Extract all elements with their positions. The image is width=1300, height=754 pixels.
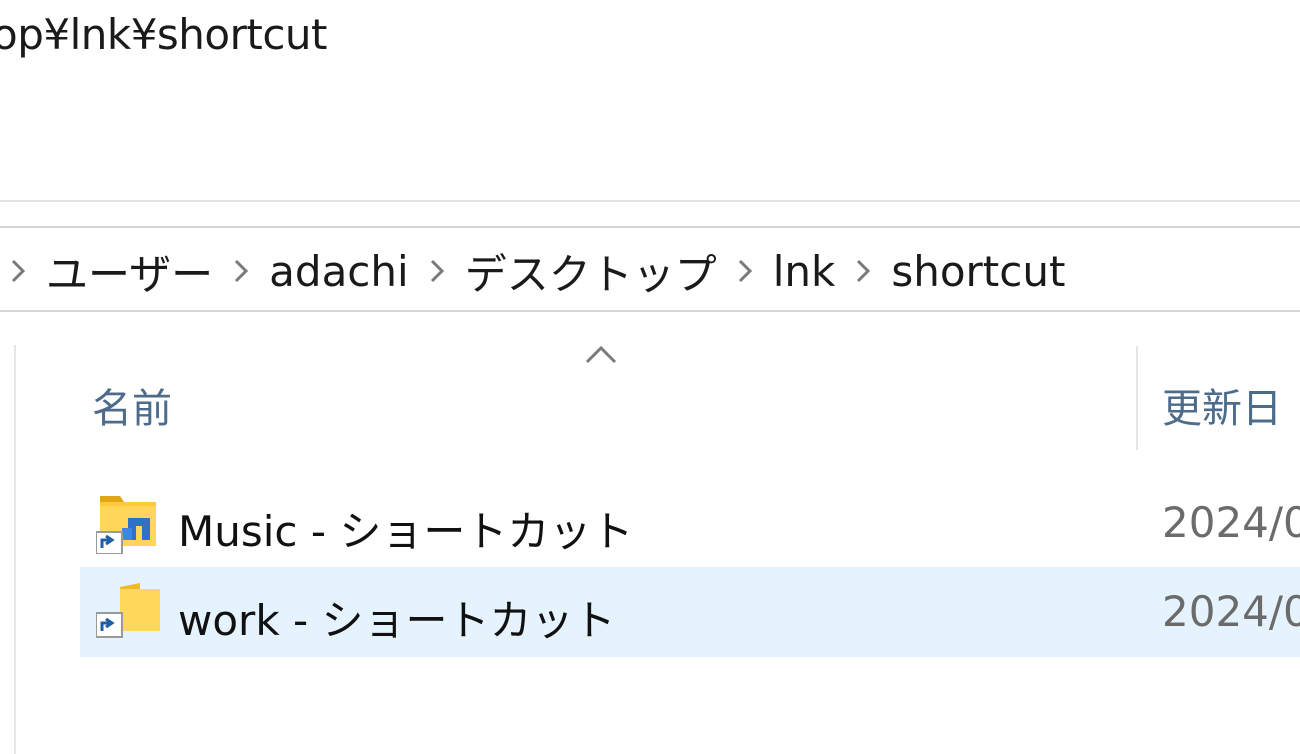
file-row-music-shortcut[interactable]: Music - ショートカット 2024/0	[80, 478, 1300, 568]
navigation-pane-divider[interactable]	[14, 345, 16, 754]
chevron-right-icon[interactable]	[415, 241, 459, 301]
chevron-right-icon[interactable]	[219, 241, 263, 301]
folder-shortcut-icon	[96, 583, 160, 638]
breadcrumb-item-shortcut[interactable]: shortcut	[885, 247, 1071, 296]
chevron-right-icon[interactable]	[723, 241, 767, 301]
file-row-work-shortcut[interactable]: work - ショートカット 2024/0	[80, 567, 1300, 657]
column-separator[interactable]	[1136, 346, 1138, 450]
address-bar[interactable]: ユーザー adachi デスクトップ lnk shortcut	[0, 226, 1300, 312]
breadcrumb-item-adachi[interactable]: adachi	[263, 247, 415, 296]
column-header-date-modified[interactable]: 更新日	[1162, 376, 1282, 434]
music-folder-shortcut-icon	[96, 496, 156, 554]
breadcrumb: ユーザー adachi デスクトップ lnk shortcut	[0, 228, 1071, 314]
chevron-right-icon[interactable]	[0, 241, 40, 301]
file-explorer-window: op¥lnk¥shortcut ユーザー adachi デスクトップ lnk s…	[0, 0, 1300, 754]
sort-ascending-icon	[585, 345, 617, 364]
title-bar: op¥lnk¥shortcut	[0, 0, 1300, 202]
file-name: work - ショートカット	[178, 596, 616, 645]
window-title: op¥lnk¥shortcut	[0, 10, 328, 59]
breadcrumb-item-desktop[interactable]: デスクトップ	[459, 241, 723, 302]
chevron-right-icon[interactable]	[841, 241, 885, 301]
breadcrumb-item-users[interactable]: ユーザー	[40, 241, 219, 302]
file-date-modified: 2024/0	[1162, 498, 1300, 547]
file-date-modified: 2024/0	[1162, 587, 1300, 636]
breadcrumb-item-lnk[interactable]: lnk	[767, 247, 842, 296]
file-name: Music - ショートカット	[178, 507, 634, 556]
column-header-name[interactable]: 名前	[92, 376, 172, 434]
